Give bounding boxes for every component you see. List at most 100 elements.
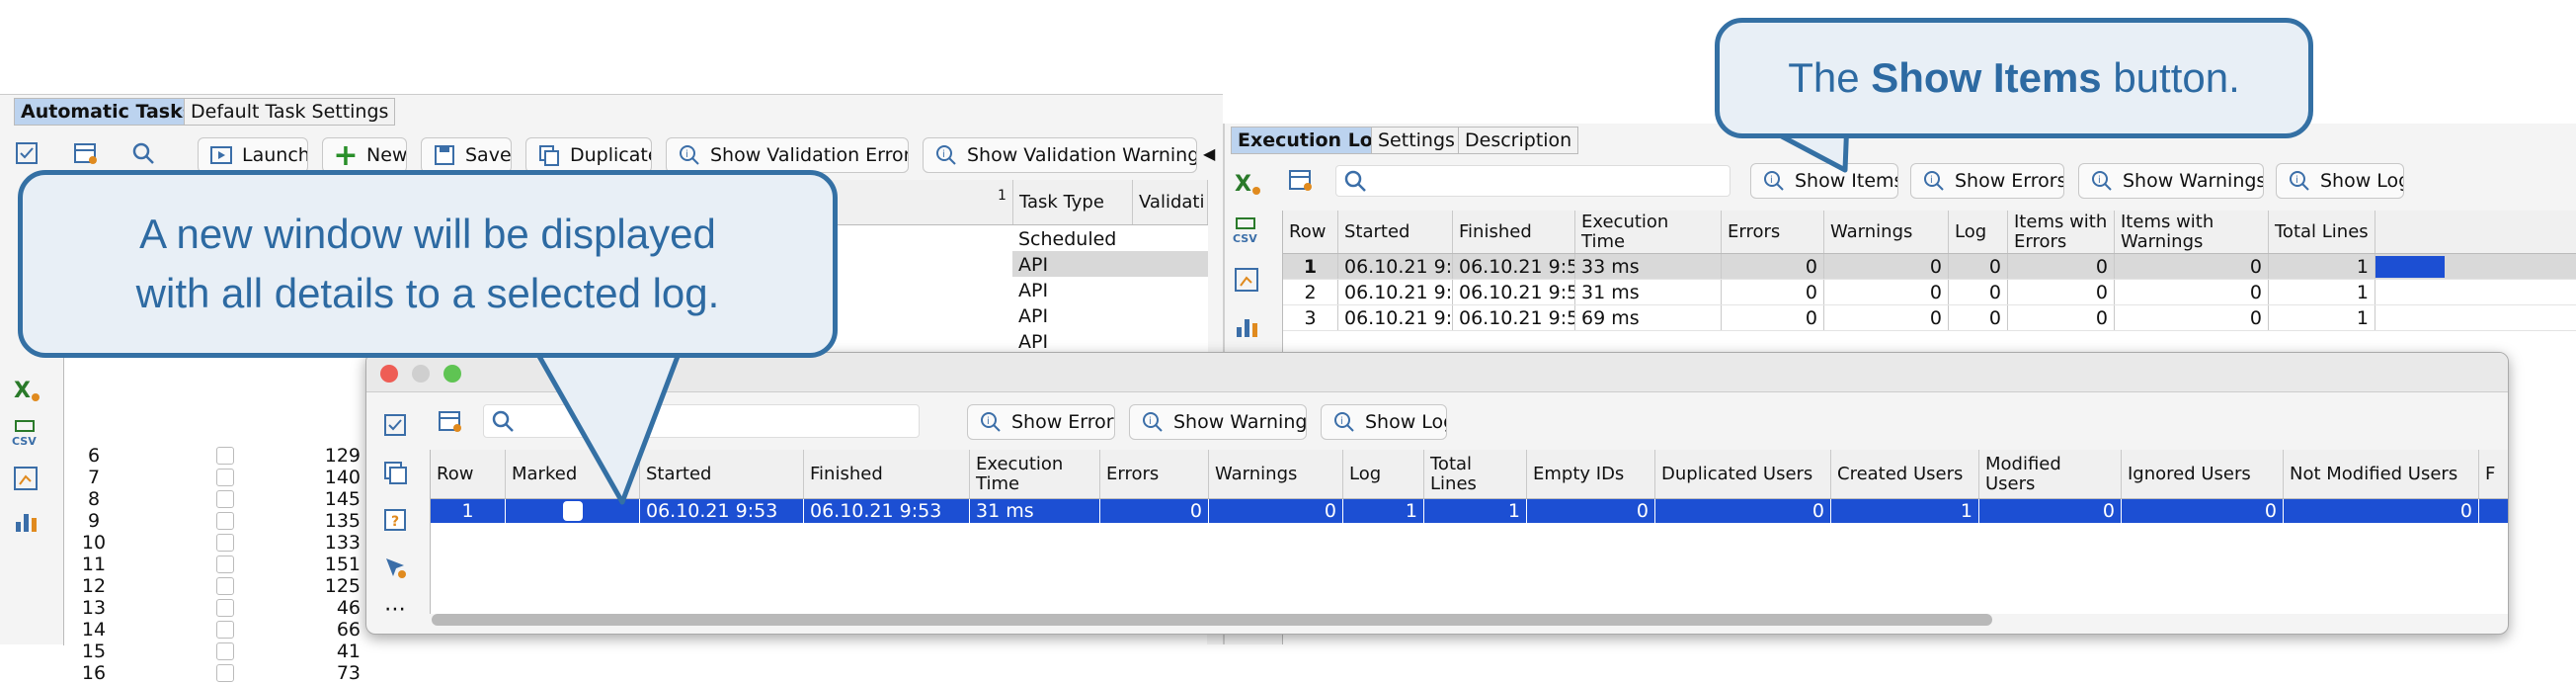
- list-item[interactable]: API: [1012, 302, 1208, 328]
- table-row[interactable]: 8 145: [64, 488, 380, 510]
- excel-export-icon[interactable]: X: [10, 374, 43, 407]
- table-row[interactable]: 1 06.10.21 9:53 06.10.21 9:53 31 ms 0 0 1 1 0 0 1 0…: [431, 499, 2508, 523]
- table-settings-icon[interactable]: [1288, 167, 1314, 193]
- marked-checkbox[interactable]: [216, 621, 234, 639]
- excel-export-icon[interactable]: X: [1231, 167, 1264, 201]
- launch-button[interactable]: Launch: [198, 137, 308, 173]
- horizontal-scrollbar[interactable]: [432, 614, 1992, 626]
- checklist-icon[interactable]: [378, 408, 412, 442]
- column-header[interactable]: Finished: [1453, 211, 1575, 253]
- copy-icon[interactable]: [378, 456, 412, 489]
- list-item[interactable]: API: [1012, 328, 1208, 354]
- show-log-button[interactable]: i Show Log: [1321, 404, 1447, 440]
- csv-export-icon[interactable]: CSV: [1231, 214, 1264, 248]
- column-header[interactable]: Started: [1338, 211, 1453, 253]
- new-button[interactable]: + New: [322, 137, 407, 173]
- column-header[interactable]: Warnings: [1824, 211, 1949, 253]
- table-row[interactable]: 16 73: [64, 662, 380, 684]
- close-window-icon[interactable]: [380, 365, 398, 383]
- bar-chart-icon[interactable]: [1231, 309, 1264, 343]
- marked-checkbox[interactable]: [216, 599, 234, 617]
- pointer-tool-icon[interactable]: [378, 551, 412, 584]
- marked-checkbox[interactable]: [216, 490, 234, 508]
- list-item[interactable]: API: [1012, 251, 1208, 277]
- column-header[interactable]: Execution Time: [1575, 211, 1722, 253]
- marked-checkbox[interactable]: [216, 642, 234, 660]
- triangle-left-icon[interactable]: ◀: [1203, 144, 1215, 163]
- marked-checkbox[interactable]: [216, 664, 234, 682]
- table-row[interactable]: 206.10.21 9:5306.10.21 9:5331 ms000001: [1283, 280, 2576, 305]
- list-item[interactable]: API: [1012, 277, 1208, 302]
- column-header[interactable]: Finished: [804, 450, 970, 498]
- chart-settings-icon[interactable]: [10, 463, 43, 496]
- list-item[interactable]: Scheduled: [1012, 225, 1208, 251]
- save-button[interactable]: Save: [421, 137, 512, 173]
- table-settings-icon[interactable]: [438, 408, 463, 434]
- tab-description[interactable]: Description: [1458, 127, 1579, 154]
- column-header[interactable]: Warnings: [1209, 450, 1343, 498]
- marked-checkbox[interactable]: [216, 447, 234, 465]
- column-header[interactable]: Empty IDs: [1527, 450, 1655, 498]
- column-header[interactable]: Execution Time: [970, 450, 1100, 498]
- csv-export-icon[interactable]: CSV: [10, 417, 43, 451]
- column-header[interactable]: Log: [1949, 211, 2008, 253]
- marked-checkbox[interactable]: [216, 556, 234, 573]
- column-header[interactable]: Modified Users: [1979, 450, 2122, 498]
- checklist-icon[interactable]: [14, 140, 40, 166]
- column-header[interactable]: Not Modified Users: [2284, 450, 2479, 498]
- column-header[interactable]: Log: [1343, 450, 1424, 498]
- tab-default-task-settings[interactable]: Default Task Settings: [184, 98, 396, 126]
- search-icon[interactable]: [130, 140, 156, 166]
- marked-checkbox[interactable]: [216, 534, 234, 552]
- column-task-type[interactable]: Task Type: [1012, 180, 1133, 224]
- tab-execution-log[interactable]: Execution Log: [1231, 127, 1394, 154]
- column-header[interactable]: Errors: [1100, 450, 1209, 498]
- show-errors-button[interactable]: i Show Errors: [1910, 163, 2064, 199]
- column-header[interactable]: Ignored Users: [2122, 450, 2284, 498]
- chart-settings-icon[interactable]: [1231, 264, 1264, 298]
- column-header[interactable]: Errors: [1722, 211, 1824, 253]
- show-log-button[interactable]: i Show Log: [2276, 163, 2404, 199]
- tab-automatic-tasks[interactable]: Automatic Tasks: [14, 98, 201, 126]
- column-header[interactable]: Items with Warnings: [2115, 211, 2269, 253]
- column-header[interactable]: Items with Errors: [2008, 211, 2115, 253]
- table-row[interactable]: 11 151: [64, 554, 380, 575]
- maximize-window-icon[interactable]: [443, 365, 461, 383]
- table-row[interactable]: 15 41: [64, 641, 380, 662]
- svg-text:CSV: CSV: [1233, 232, 1257, 245]
- show-validation-errors-button[interactable]: i Show Validation Errors: [666, 137, 909, 173]
- table-row[interactable]: 7 140: [64, 467, 380, 488]
- table-row[interactable]: 13 46: [64, 597, 380, 619]
- show-errors-button[interactable]: i Show Errors: [967, 404, 1115, 440]
- table-row[interactable]: 6 129: [64, 445, 380, 467]
- show-validation-warnings-button[interactable]: i Show Validation Warnings: [923, 137, 1197, 173]
- table-row[interactable]: 106.10.21 9:5306.10.21 9:5333 ms000001: [1283, 254, 2576, 280]
- table-row[interactable]: 12 125: [64, 575, 380, 597]
- marked-checkbox[interactable]: [216, 512, 234, 530]
- minimize-window-icon[interactable]: [412, 365, 430, 383]
- duplicate-button[interactable]: Duplicate: [525, 137, 652, 173]
- column-header[interactable]: Total Lines: [1424, 450, 1527, 498]
- marked-checkbox[interactable]: [216, 469, 234, 486]
- help-icon[interactable]: ?: [378, 503, 412, 537]
- table-row[interactable]: 9 135: [64, 510, 380, 532]
- show-warnings-button[interactable]: i Show Warnings: [1129, 404, 1307, 440]
- table-row[interactable]: 14 66: [64, 619, 380, 641]
- svg-text:CSV: CSV: [12, 435, 37, 448]
- column-header[interactable]: Row: [431, 450, 506, 498]
- marked-checkbox[interactable]: [216, 577, 234, 595]
- more-icon[interactable]: ⋯: [378, 592, 412, 626]
- table-row[interactable]: 306.10.21 9:5206.10.21 9:5269 ms000001: [1283, 305, 2576, 331]
- column-header[interactable]: Duplicated Users: [1655, 450, 1831, 498]
- column-header[interactable]: F: [2479, 450, 2508, 498]
- search-input[interactable]: [1335, 165, 1731, 197]
- column-header[interactable]: Created Users: [1831, 450, 1979, 498]
- show-warnings-button[interactable]: i Show Warnings: [2078, 163, 2264, 199]
- table-row[interactable]: 10 133: [64, 532, 380, 554]
- column-header[interactable]: Total Lines: [2269, 211, 2375, 253]
- column-header[interactable]: Row: [1283, 211, 1338, 253]
- bar-chart-icon[interactable]: [10, 504, 43, 538]
- table-settings-icon[interactable]: [73, 140, 99, 166]
- column-validation[interactable]: Validati: [1133, 180, 1208, 224]
- tab-settings[interactable]: Settings: [1371, 127, 1462, 154]
